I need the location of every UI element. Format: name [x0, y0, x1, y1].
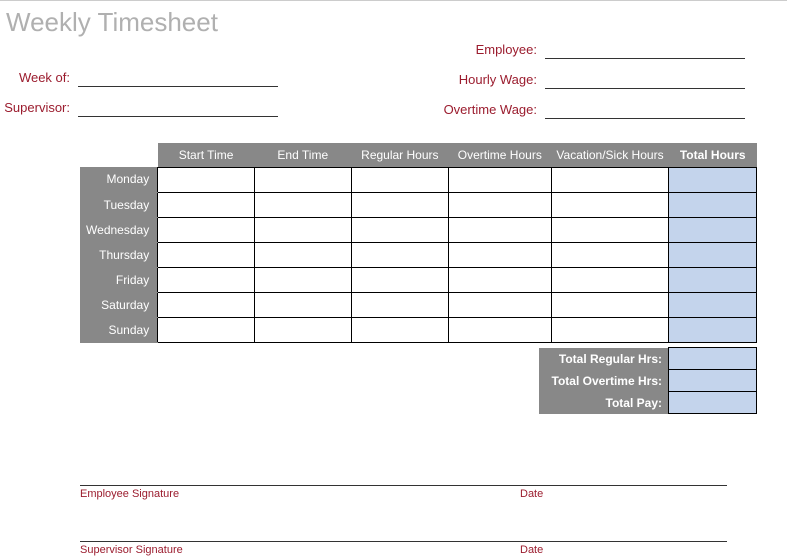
employee-signature-label: Employee Signature — [80, 488, 520, 500]
cell-input[interactable] — [449, 242, 552, 267]
supervisor-signature-block: Supervisor Signature Date — [80, 541, 727, 556]
supervisor-signature-line[interactable] — [80, 541, 727, 542]
supervisor-label: Supervisor: — [0, 100, 70, 115]
cell-input[interactable] — [158, 242, 255, 267]
week-of-input[interactable] — [78, 69, 278, 87]
cell-input[interactable] — [254, 167, 351, 192]
cell-input[interactable] — [449, 167, 552, 192]
total-overtime-value[interactable] — [669, 370, 757, 392]
table-row: Sunday — [80, 317, 757, 342]
cell-input[interactable] — [551, 192, 669, 217]
total-overtime-label: Total Overtime Hrs: — [539, 370, 669, 392]
col-overtime-hours: Overtime Hours — [449, 143, 552, 167]
employee-date-label: Date — [520, 488, 543, 500]
cell-input[interactable] — [551, 267, 669, 292]
cell-input[interactable] — [351, 167, 448, 192]
hourly-wage-input[interactable] — [545, 71, 745, 89]
cell-input[interactable] — [449, 317, 552, 342]
total-pay-label: Total Pay: — [539, 392, 669, 414]
supervisor-input[interactable] — [78, 99, 278, 117]
cell-input[interactable] — [351, 192, 448, 217]
total-pay-value[interactable] — [669, 392, 757, 414]
day-label: Sunday — [80, 317, 158, 342]
cell-input[interactable] — [351, 317, 448, 342]
cell-input[interactable] — [551, 242, 669, 267]
table-row: Friday — [80, 267, 757, 292]
timesheet-page: Weekly Timesheet Week of: Supervisor: Em… — [0, 0, 787, 560]
cell-input[interactable] — [449, 217, 552, 242]
table-corner — [80, 143, 158, 167]
cell-input[interactable] — [254, 292, 351, 317]
cell-input[interactable] — [551, 167, 669, 192]
cell-input[interactable] — [351, 217, 448, 242]
total-regular-label: Total Regular Hrs: — [539, 348, 669, 370]
day-label: Friday — [80, 267, 158, 292]
cell-input[interactable] — [449, 292, 552, 317]
cell-input[interactable] — [254, 267, 351, 292]
cell-input[interactable] — [254, 242, 351, 267]
cell-input[interactable] — [254, 192, 351, 217]
cell-input[interactable] — [158, 317, 255, 342]
table-row: Monday — [80, 167, 757, 192]
overtime-wage-input[interactable] — [545, 101, 745, 119]
supervisor-date-label: Date — [520, 544, 543, 556]
cell-input[interactable] — [449, 192, 552, 217]
table-row: Wednesday — [80, 217, 757, 242]
cell-input[interactable] — [351, 292, 448, 317]
cell-input[interactable] — [551, 292, 669, 317]
total-regular-value[interactable] — [669, 348, 757, 370]
row-total-cell[interactable] — [669, 292, 757, 317]
cell-input[interactable] — [158, 192, 255, 217]
timesheet-table: Start Time End Time Regular Hours Overti… — [80, 143, 757, 343]
cell-input[interactable] — [254, 217, 351, 242]
cell-input[interactable] — [351, 267, 448, 292]
day-label: Thursday — [80, 242, 158, 267]
totals-table: Total Regular Hrs: Total Overtime Hrs: T… — [539, 347, 758, 414]
employee-signature-line[interactable] — [80, 485, 727, 486]
cell-input[interactable] — [254, 317, 351, 342]
day-label: Saturday — [80, 292, 158, 317]
col-vacation-sick: Vacation/Sick Hours — [551, 143, 669, 167]
hourly-wage-label: Hourly Wage: — [377, 72, 537, 87]
page-title: Weekly Timesheet — [0, 1, 787, 38]
day-label: Tuesday — [80, 192, 158, 217]
col-end-time: End Time — [254, 143, 351, 167]
employee-signature-block: Employee Signature Date — [80, 485, 727, 500]
table-row: Thursday — [80, 242, 757, 267]
cell-input[interactable] — [351, 242, 448, 267]
employee-label: Employee: — [377, 42, 537, 57]
row-total-cell[interactable] — [669, 242, 757, 267]
row-total-cell[interactable] — [669, 192, 757, 217]
employee-input[interactable] — [545, 41, 745, 59]
cell-input[interactable] — [158, 292, 255, 317]
cell-input[interactable] — [158, 167, 255, 192]
cell-input[interactable] — [551, 317, 669, 342]
row-total-cell[interactable] — [669, 317, 757, 342]
cell-input[interactable] — [449, 267, 552, 292]
week-of-label: Week of: — [0, 70, 70, 85]
supervisor-signature-label: Supervisor Signature — [80, 544, 520, 556]
table-row: Saturday — [80, 292, 757, 317]
col-regular-hours: Regular Hours — [351, 143, 448, 167]
row-total-cell[interactable] — [669, 167, 757, 192]
row-total-cell[interactable] — [669, 217, 757, 242]
overtime-wage-label: Overtime Wage: — [377, 102, 537, 117]
day-label: Monday — [80, 167, 158, 192]
cell-input[interactable] — [551, 217, 669, 242]
cell-input[interactable] — [158, 267, 255, 292]
col-start-time: Start Time — [158, 143, 255, 167]
day-label: Wednesday — [80, 217, 158, 242]
row-total-cell[interactable] — [669, 267, 757, 292]
table-row: Tuesday — [80, 192, 757, 217]
cell-input[interactable] — [158, 217, 255, 242]
col-total-hours: Total Hours — [669, 143, 757, 167]
